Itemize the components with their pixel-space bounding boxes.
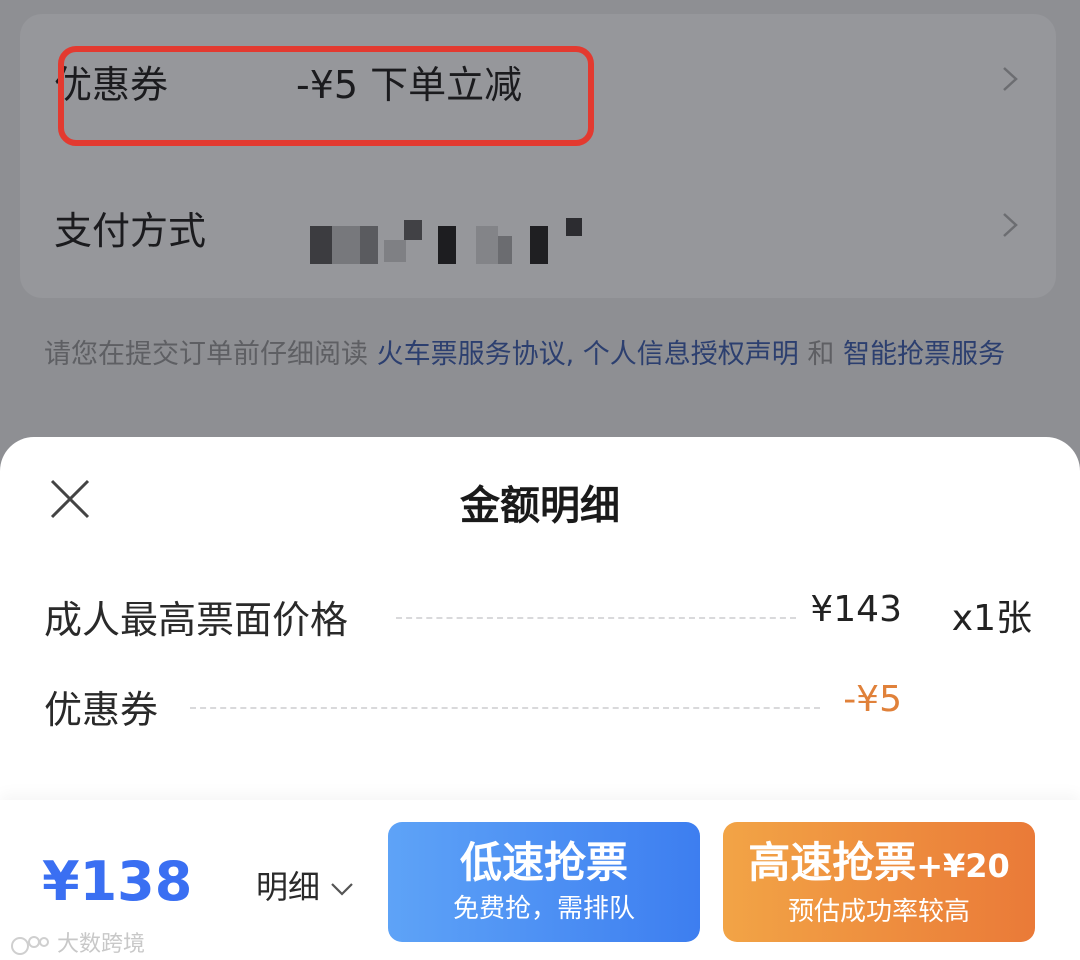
agreement-conjunction: 和 [798, 339, 843, 370]
adult-fare-amount: ¥143 [810, 589, 902, 630]
coupon-highlight-box [58, 46, 594, 146]
checkout-bar: ¥138 明细 低速抢票 免费抢，需排队 高速抢票+¥20 预估成功率较高 [0, 800, 1080, 960]
train-ticket-agreement-link[interactable]: 火车票服务协议, [377, 339, 575, 370]
chevron-down-icon [331, 883, 353, 896]
detail-toggle-label: 明细 [256, 868, 321, 906]
high-speed-grab-button[interactable]: 高速抢票+¥20 预估成功率较高 [723, 822, 1035, 942]
agreement-prefix: 请您在提交订单前仔细阅读 [44, 339, 377, 370]
high-speed-surcharge: +¥20 [916, 847, 1010, 885]
coupon-discount-row: 优惠券 -¥5 [44, 679, 1044, 739]
adult-fare-row: 成人最高票面价格 ¥143 x1张 [44, 589, 1044, 649]
high-speed-title: 高速抢票 [748, 838, 917, 887]
watermark-text: 大数跨境 [57, 932, 146, 957]
chevron-right-icon [1003, 67, 1018, 91]
chevron-right-icon [1003, 213, 1018, 237]
coupon-discount-amount: -¥5 [843, 679, 902, 720]
watermark-logo-icon [11, 936, 49, 955]
privacy-authorization-link[interactable]: 个人信息授权声明 [583, 339, 799, 370]
ticket-quantity: x1张 [951, 598, 1032, 639]
low-speed-subtitle: 免费抢，需排队 [452, 894, 635, 924]
agreement-notice: 请您在提交订单前仔细阅读 火车票服务协议, 个人信息授权声明 和 智能抢票服务 [44, 334, 1034, 376]
adult-fare-label: 成人最高票面价格 [44, 598, 349, 642]
order-options-card: 优惠券 -¥5 下单立减 支付方式 [20, 14, 1056, 298]
dotted-leader [190, 707, 820, 709]
dotted-leader [396, 617, 796, 619]
low-speed-grab-button[interactable]: 低速抢票 免费抢，需排队 [388, 822, 700, 942]
total-price: ¥138 [42, 850, 193, 913]
smart-grab-service-link[interactable]: 智能抢票服务 [843, 339, 1005, 370]
agreement-space [574, 339, 583, 370]
high-speed-subtitle: 预估成功率较高 [787, 897, 970, 927]
payment-method-label: 支付方式 [54, 209, 207, 253]
watermark: 大数跨境 [10, 926, 145, 958]
low-speed-title: 低速抢票 [459, 838, 628, 887]
coupon-discount-label: 优惠券 [44, 688, 159, 732]
detail-toggle-button[interactable]: 明细 [256, 862, 354, 908]
sheet-title: 金额明细 [460, 483, 620, 529]
